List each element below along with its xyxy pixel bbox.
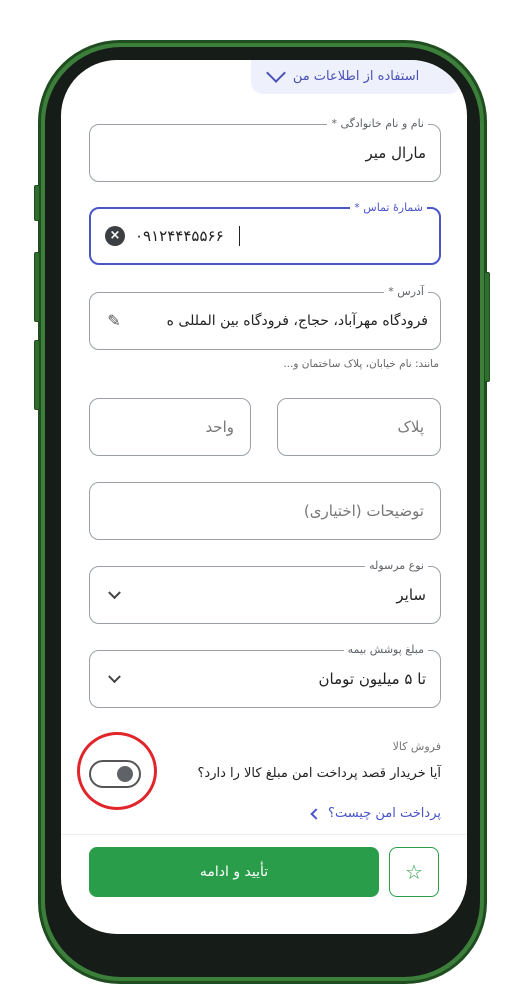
secure-payment-question: آیا خریدار قصد پرداخت امن مبلغ کالا را د… <box>197 766 442 781</box>
name-field-value: مارال میر <box>365 144 426 162</box>
plaque-placeholder: پلاک <box>397 418 424 436</box>
secure-payment-link-label: پرداخت امن چیست؟ <box>328 806 441 821</box>
chevron-down-icon <box>108 586 121 600</box>
footer-divider <box>61 834 467 835</box>
toggle-knob <box>117 766 133 782</box>
address-field-label: آدرس * <box>384 284 428 300</box>
shipment-type-label: نوع مرسوله <box>365 558 428 574</box>
phone-field-label: شمارهٔ تماس * <box>350 200 427 216</box>
favorite-button[interactable]: ☆ <box>389 847 439 897</box>
side-button-volume-down <box>34 340 40 410</box>
side-button-mute <box>34 185 40 221</box>
chevron-down-icon <box>108 670 121 684</box>
name-field[interactable]: نام و نام خانوادگی * مارال میر <box>89 116 441 182</box>
shipment-type-value: سایر <box>396 586 426 604</box>
text-caret <box>239 226 240 246</box>
address-field-value: فرودگاه مهرآباد، حجاج، فرودگاه بین الملل… <box>166 313 428 329</box>
star-icon: ☆ <box>405 860 423 884</box>
arrow-down-icon <box>266 63 286 83</box>
phone-field-value: ۰۹۱۲۴۴۴۵۵۶۶ <box>135 227 224 245</box>
chip-label: استفاده از اطلاعات من <box>292 69 420 84</box>
clear-icon[interactable]: × <box>105 226 125 246</box>
unit-field[interactable]: واحد <box>89 398 251 456</box>
description-placeholder: توضیحات (اختیاری) <box>303 502 424 520</box>
secure-payment-toggle[interactable] <box>89 760 141 788</box>
insurance-select[interactable]: مبلغ پوشش بیمه تا ۵ میلیون تومان <box>89 642 441 708</box>
pencil-icon[interactable]: ✎ <box>104 311 124 331</box>
plaque-field[interactable]: پلاک <box>277 398 441 456</box>
address-field[interactable]: آدرس * فرودگاه مهرآباد، حجاج، فرودگاه بی… <box>89 284 441 350</box>
description-field[interactable]: توضیحات (اختیاری) <box>89 482 441 540</box>
side-button-power <box>484 272 490 382</box>
name-field-label: نام و نام خانوادگی * <box>327 116 428 132</box>
insurance-value: تا ۵ میلیون تومان <box>318 670 426 688</box>
unit-placeholder: واحد <box>205 418 234 436</box>
app-screen: استفاده از اطلاعات من نام و نام خانوادگی… <box>61 60 467 934</box>
chevron-left-icon <box>310 807 322 820</box>
sale-section-label: فروش کالا <box>392 740 441 753</box>
shipment-type-select[interactable]: نوع مرسوله سایر <box>89 558 441 624</box>
insurance-label: مبلغ پوشش بیمه <box>343 642 428 658</box>
use-my-info-chip[interactable]: استفاده از اطلاعات من <box>251 60 461 94</box>
side-button-volume-up <box>34 252 40 322</box>
secure-payment-link[interactable]: پرداخت امن چیست؟ <box>308 806 441 821</box>
confirm-continue-button[interactable]: تأیید و ادامه <box>89 847 379 897</box>
phone-field[interactable]: شمارهٔ تماس * ۰۹۱۲۴۴۴۵۵۶۶ × <box>89 200 441 265</box>
address-helper-text: مانند: نام خیابان، پلاک ساختمان و... <box>283 358 439 370</box>
